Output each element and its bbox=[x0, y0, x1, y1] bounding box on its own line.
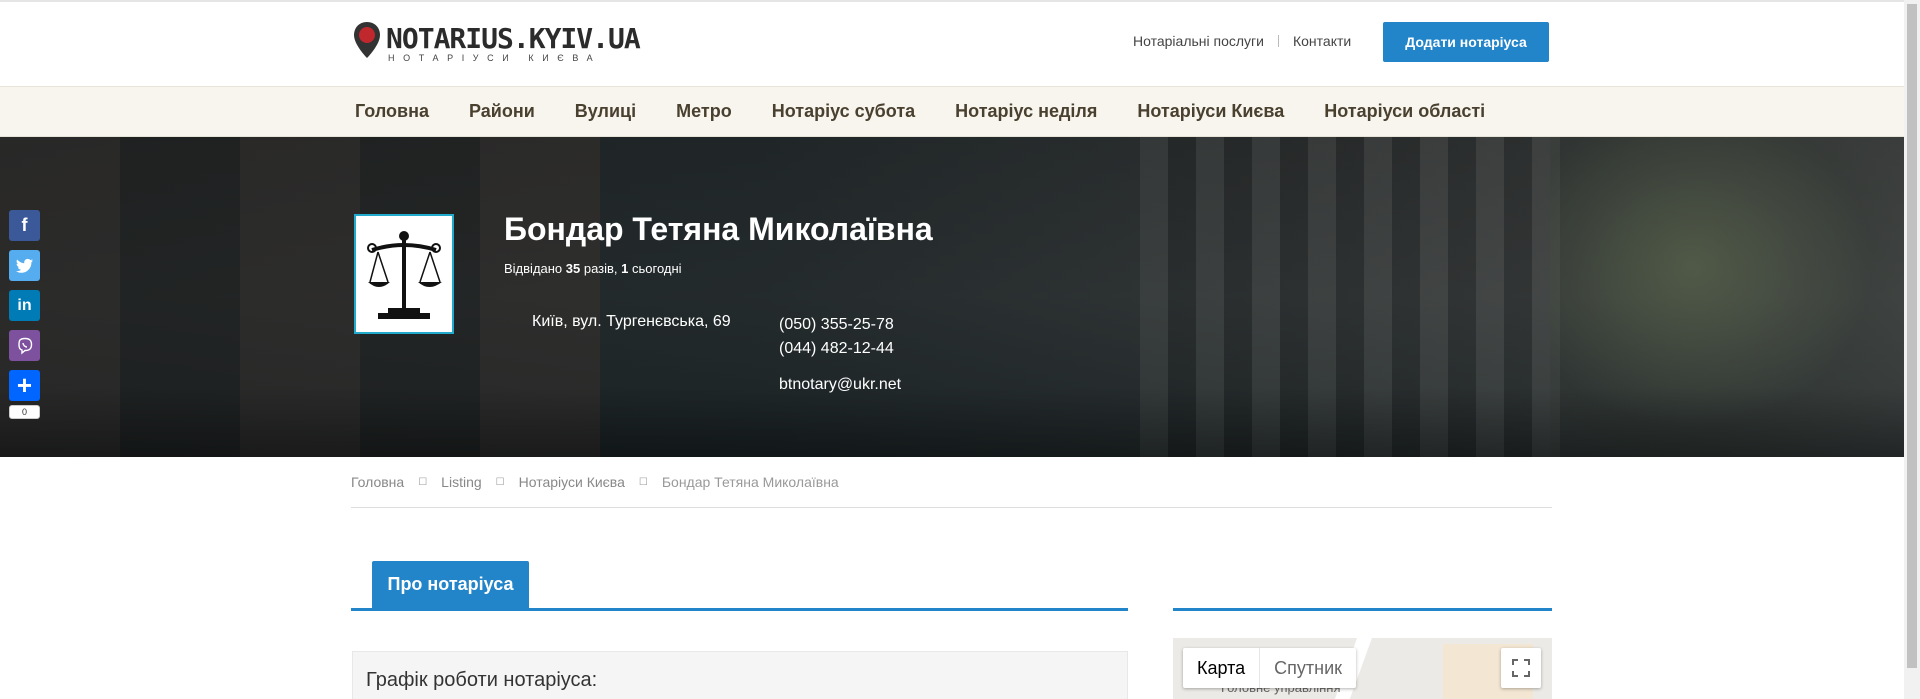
breadcrumb-home[interactable]: Головна bbox=[351, 474, 404, 490]
visits-suffix: сьогодні bbox=[628, 261, 682, 276]
map-type-map-button[interactable]: Карта bbox=[1183, 648, 1259, 688]
nav-item-region-notaries[interactable]: Нотаріуси області bbox=[1324, 101, 1485, 122]
sidebar-underline bbox=[1173, 608, 1552, 611]
page-scrollbar[interactable] bbox=[1904, 0, 1920, 699]
nav-item-streets[interactable]: Вулиці bbox=[575, 101, 636, 122]
main-nav: Головна Райони Вулиці Метро Нотаріус суб… bbox=[0, 86, 1904, 137]
logo-title: NOTARIUS.KYIV.UA bbox=[386, 22, 641, 55]
share-more-icon[interactable]: + bbox=[9, 370, 40, 401]
logo-subtitle: НОТАРІУСИ КИЄВА bbox=[388, 53, 602, 63]
nav-item-districts[interactable]: Райони bbox=[469, 101, 535, 122]
visits-mid: разів, bbox=[580, 261, 622, 276]
viber-icon[interactable] bbox=[9, 330, 40, 361]
social-share-bar: f in + 0 bbox=[9, 210, 41, 419]
tab-about-notary[interactable]: Про нотаріуса bbox=[372, 561, 529, 608]
nav-item-sunday[interactable]: Нотаріус неділя bbox=[955, 101, 1097, 122]
site-logo[interactable]: NOTARIUS.KYIV.UA НОТАРІУСИ КИЄВА bbox=[352, 20, 641, 64]
notary-name: Бондар Тетяна Миколаївна bbox=[504, 211, 933, 247]
hero-background-road bbox=[0, 387, 1904, 457]
scales-icon bbox=[367, 231, 442, 319]
visits-prefix: Відвідано bbox=[504, 261, 566, 276]
fullscreen-icon[interactable] bbox=[1501, 648, 1541, 688]
site-header: NOTARIUS.KYIV.UA НОТАРІУСИ КИЄВА Нотаріа… bbox=[0, 2, 1904, 86]
visits-total: 35 bbox=[565, 261, 581, 276]
map-type-satellite-button[interactable]: Спутник bbox=[1259, 648, 1356, 688]
share-count: 0 bbox=[9, 405, 40, 419]
breadcrumb-divider bbox=[351, 507, 1552, 508]
schedule-title: Графік роботи нотаріуса: bbox=[366, 669, 598, 691]
top-links: Нотаріальні послуги Контакти bbox=[1133, 33, 1351, 49]
link-divider bbox=[1277, 35, 1279, 47]
linkedin-icon[interactable]: in bbox=[9, 290, 40, 321]
breadcrumb-separator-icon: ☐ bbox=[418, 476, 428, 488]
nav-item-kyiv-notaries[interactable]: Нотаріуси Києва bbox=[1137, 101, 1284, 122]
location-map[interactable]: Головне управління Карта Спутник bbox=[1173, 638, 1552, 699]
notary-phones: (050) 355-25-78 (044) 482-12-44 bbox=[779, 313, 894, 361]
breadcrumb-listing[interactable]: Listing bbox=[441, 474, 481, 490]
services-link[interactable]: Нотаріальні послуги bbox=[1133, 33, 1264, 49]
breadcrumb-current: Бондар Тетяна Миколаївна bbox=[661, 474, 839, 490]
scrollbar-thumb[interactable] bbox=[1907, 4, 1917, 668]
facebook-icon[interactable]: f bbox=[9, 210, 40, 241]
add-notary-button[interactable]: Додати нотаріуса bbox=[1383, 22, 1549, 62]
phone-1[interactable]: (050) 355-25-78 bbox=[779, 313, 894, 337]
notary-email[interactable]: btnotary@ukr.net bbox=[779, 376, 901, 394]
map-pin-icon bbox=[354, 22, 380, 58]
breadcrumb-separator-icon: ☐ bbox=[495, 476, 505, 488]
twitter-icon[interactable] bbox=[9, 250, 40, 281]
breadcrumb-separator-icon: ☐ bbox=[638, 476, 648, 488]
contacts-link[interactable]: Контакти bbox=[1293, 33, 1351, 49]
map-type-toggle: Карта Спутник bbox=[1183, 648, 1357, 688]
visit-counter: Відвідано 35 разів, 1 сьогодні bbox=[504, 261, 682, 276]
schedule-panel: Графік роботи нотаріуса: bbox=[352, 651, 1128, 699]
tab-underline bbox=[351, 608, 1128, 611]
nav-item-home[interactable]: Головна bbox=[355, 101, 429, 122]
nav-item-saturday[interactable]: Нотаріус субота bbox=[772, 101, 915, 122]
nav-item-metro[interactable]: Метро bbox=[676, 101, 732, 122]
breadcrumb: Головна ☐ Listing ☐ Нотаріуси Києва ☐ Бо… bbox=[351, 474, 839, 490]
breadcrumb-kyiv-notaries[interactable]: Нотаріуси Києва bbox=[519, 474, 625, 490]
phone-2[interactable]: (044) 482-12-44 bbox=[779, 337, 894, 361]
hero-banner bbox=[0, 137, 1904, 457]
notary-address: Київ, вул. Тургенєвська, 69 bbox=[532, 313, 731, 330]
notary-avatar bbox=[354, 214, 454, 334]
